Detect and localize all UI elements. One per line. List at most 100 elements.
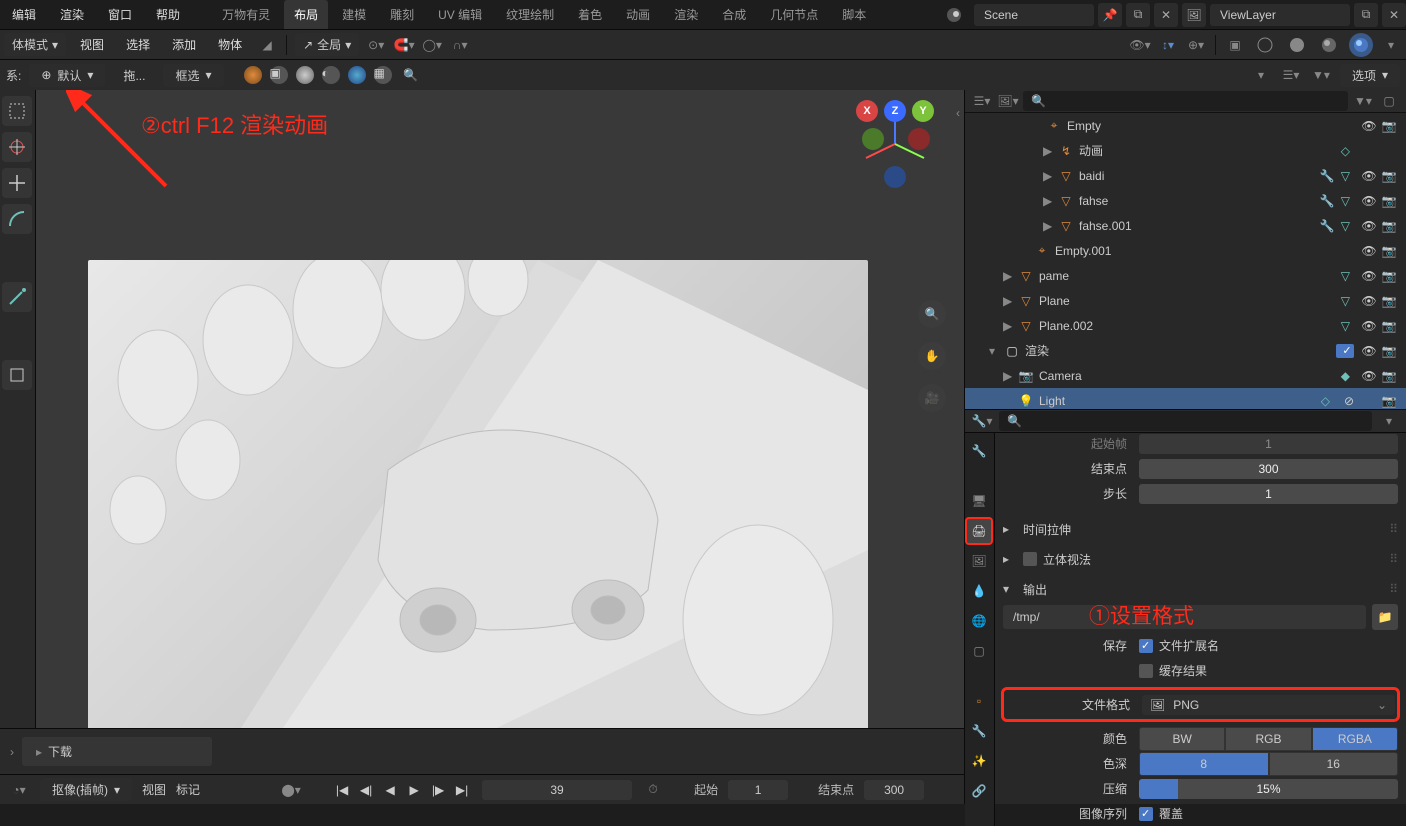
collection-tab-icon[interactable]: ▢: [965, 637, 993, 665]
view-menu[interactable]: 视图: [72, 32, 112, 57]
axis-z-icon[interactable]: Z: [884, 100, 906, 122]
new-scene-icon[interactable]: ⧉: [1126, 3, 1150, 27]
menu-edit[interactable]: 编辑: [0, 6, 48, 23]
object-name[interactable]: Empty: [1067, 119, 1350, 133]
collection-checkbox[interactable]: [1336, 344, 1354, 358]
workspace-tab[interactable]: 几何节点: [760, 0, 828, 29]
frame-end-field[interactable]: 300: [1139, 459, 1398, 479]
play-reverse-icon[interactable]: ◀: [380, 780, 400, 800]
3d-viewport[interactable]: ②ctrl F12 渲染动画: [36, 90, 964, 728]
object-name[interactable]: fahse.001: [1079, 219, 1320, 233]
outliner-row[interactable]: ▶ ▽ fahse.001 🔧 ▽ 👁📷: [965, 213, 1406, 238]
object-name[interactable]: Light: [1039, 394, 1321, 408]
scene-name-field[interactable]: Scene: [974, 4, 1094, 26]
collapse-n-panel-icon[interactable]: ‹: [956, 106, 960, 120]
keyframe-next-icon[interactable]: |▶: [428, 780, 448, 800]
object-name[interactable]: 渲染: [1025, 342, 1326, 359]
mode-icon-4[interactable]: ◐: [322, 66, 340, 84]
eye-icon[interactable]: 👁: [1360, 194, 1378, 208]
camera-restrict-icon[interactable]: 📷: [1380, 319, 1398, 333]
modifier-icon[interactable]: ▽: [1341, 169, 1350, 183]
filter-sort-icon[interactable]: ▾: [1250, 64, 1272, 86]
camera-restrict-icon[interactable]: 📷: [1380, 244, 1398, 258]
modifier-tab-icon[interactable]: 🔧: [965, 717, 993, 745]
scene-icon[interactable]: [942, 3, 966, 27]
compression-slider[interactable]: 15%: [1139, 779, 1398, 799]
workspace-tab[interactable]: 雕刻: [380, 0, 424, 29]
object-name[interactable]: 动画: [1079, 142, 1341, 159]
eye-icon[interactable]: 👁: [1360, 269, 1378, 283]
time-stretch-panel[interactable]: ▸ 时间拉伸 ⠿: [1003, 514, 1398, 544]
pin-icon[interactable]: 📌: [1098, 3, 1122, 27]
disable-icon[interactable]: ⊘: [1340, 394, 1358, 408]
step-field[interactable]: 1: [1139, 484, 1398, 504]
proportional-icon[interactable]: ◯▾: [421, 34, 443, 56]
axis-gizmo[interactable]: Z X Y: [856, 100, 934, 188]
modifier-icon[interactable]: ◇: [1321, 394, 1330, 408]
modifier-icon[interactable]: ▽: [1341, 319, 1350, 333]
file-ext-checkbox[interactable]: [1139, 639, 1153, 653]
eye-icon[interactable]: 👁: [1360, 169, 1378, 183]
select-menu[interactable]: 选择: [118, 32, 158, 57]
mode-icon-6[interactable]: ▦: [374, 66, 392, 84]
mode-icon-1[interactable]: [244, 66, 262, 84]
editor-type-icon[interactable]: ◔▾: [8, 779, 30, 801]
rendered-shade-icon[interactable]: [1349, 33, 1373, 57]
visibility-icon[interactable]: 👁▾: [1129, 34, 1151, 56]
properties-options-icon[interactable]: ▾: [1378, 410, 1400, 432]
render-tab-icon[interactable]: 🖥: [965, 487, 993, 515]
workspace-tab[interactable]: 纹理绘制: [496, 0, 564, 29]
snap-icon[interactable]: 🧲▾: [393, 34, 415, 56]
modifier-icon[interactable]: ◇: [1341, 144, 1350, 158]
mode-icon-3[interactable]: [296, 66, 314, 84]
outliner-row[interactable]: ⌖ Empty 👁📷: [965, 113, 1406, 138]
search-icon[interactable]: 🔍: [400, 64, 422, 86]
shade-dropdown-icon[interactable]: ▾: [1380, 34, 1402, 56]
disclosure-icon[interactable]: ▶: [1043, 144, 1057, 158]
object-name[interactable]: Plane: [1039, 294, 1341, 308]
cache-checkbox[interactable]: [1139, 664, 1153, 678]
physics-tab-icon[interactable]: 🔗: [965, 777, 993, 805]
new-layer-icon[interactable]: ⧉: [1354, 3, 1378, 27]
wireframe-shade-icon[interactable]: [1253, 33, 1277, 57]
object-name[interactable]: baidi: [1079, 169, 1320, 183]
disclosure-icon[interactable]: ▶: [1043, 194, 1057, 208]
camera-restrict-icon[interactable]: 📷: [1380, 294, 1398, 308]
jump-end-icon[interactable]: ▶|: [452, 780, 472, 800]
disclosure-icon[interactable]: ▶: [1003, 319, 1017, 333]
outliner-filter-icon[interactable]: ▼▾: [1352, 90, 1374, 112]
delete-scene-icon[interactable]: ✕: [1154, 3, 1178, 27]
mode-selector[interactable]: 体模式▾: [4, 33, 66, 56]
object-name[interactable]: pame: [1039, 269, 1341, 283]
viewlayer-tab-icon[interactable]: 🖼: [965, 547, 993, 575]
workspace-tab[interactable]: 渲染: [664, 0, 708, 29]
camera-restrict-icon[interactable]: 📷: [1380, 169, 1398, 183]
gizmo-icon[interactable]: ↕▾: [1157, 34, 1179, 56]
camera-restrict-icon[interactable]: 📷: [1380, 194, 1398, 208]
disclosure-icon[interactable]: ▶: [1043, 169, 1057, 183]
color-bw-button[interactable]: BW: [1139, 727, 1225, 751]
expand-icon[interactable]: ›: [10, 745, 14, 759]
workspace-tab[interactable]: UV 编辑: [428, 0, 492, 29]
menu-render[interactable]: 渲染: [48, 6, 96, 23]
timeline-view-menu[interactable]: 视图: [142, 781, 166, 798]
axis-neg-icon[interactable]: [884, 166, 906, 188]
object-name[interactable]: Camera: [1039, 369, 1341, 383]
select-mode[interactable]: 框选▾: [163, 64, 223, 87]
workspace-tab[interactable]: 建模: [332, 0, 376, 29]
overlay-icon[interactable]: ⊕▾: [1185, 34, 1207, 56]
stereo-panel[interactable]: ▸ 立体视法 ⠿: [1003, 544, 1398, 574]
object-tab-icon[interactable]: ▫: [965, 687, 993, 715]
workspace-tab[interactable]: 动画: [616, 0, 660, 29]
outliner-display-mode-icon[interactable]: ☰▾: [971, 90, 993, 112]
outliner-view-icon[interactable]: 🖼▾: [997, 90, 1019, 112]
measure-tool[interactable]: [2, 204, 32, 234]
eye-icon[interactable]: 👁: [1360, 319, 1378, 333]
camera-restrict-icon[interactable]: 📷: [1380, 119, 1398, 133]
modifier-icon[interactable]: 🔧: [1320, 194, 1335, 208]
pivot-icon[interactable]: ⊙▾: [365, 34, 387, 56]
camera-view-icon[interactable]: 🎥: [918, 384, 946, 412]
mode-icon-5[interactable]: [348, 66, 366, 84]
camera-restrict-icon[interactable]: 📷: [1380, 369, 1398, 383]
eye-icon[interactable]: 👁: [1360, 369, 1378, 383]
